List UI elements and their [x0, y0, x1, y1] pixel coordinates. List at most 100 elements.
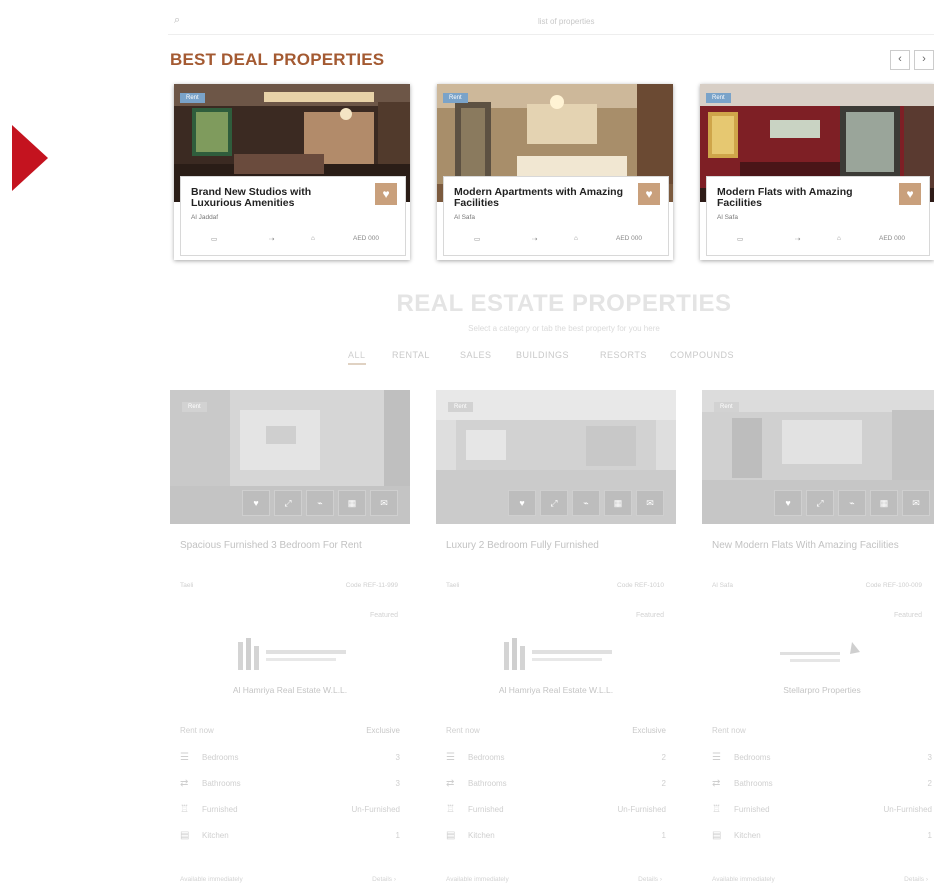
tab-all[interactable]: ALL [348, 350, 366, 365]
link-icon[interactable]: ⌁ [572, 490, 600, 516]
spec-value: Un-Furnished [617, 805, 666, 814]
property-footer: Available immediately Details › [180, 876, 400, 883]
link-icon[interactable]: ⌁ [306, 490, 334, 516]
search-bar[interactable]: ⌕ list of properties [168, 8, 934, 35]
deal-title[interactable]: Brand New Studios with Luxurious Ameniti… [191, 187, 361, 209]
agency-block: Stellarpro Properties [712, 628, 932, 706]
spec-label: Kitchen [734, 831, 761, 840]
spec-row: ☰ Bedrooms 3 [712, 752, 932, 770]
property-photo[interactable]: Rent ♥ ⤢ ⌁ ▦ ✉ [702, 390, 934, 524]
play-icon[interactable] [12, 125, 48, 191]
spec-row: ♖ Furnished Un-Furnished [446, 804, 666, 822]
sofa-icon: ♖ [712, 804, 721, 815]
search-icon[interactable]: ⌕ [174, 14, 180, 27]
bath-icon: ⇄ [712, 778, 721, 789]
message-icon[interactable]: ✉ [370, 490, 398, 516]
deal-title[interactable]: Modern Apartments with Amazing Facilitie… [454, 187, 624, 209]
spec-row: ▤ Kitchen 1 [712, 830, 932, 848]
property-card[interactable]: Rent ♥ ⤢ ⌁ ▦ ✉ New Modern Flats With Ama… [702, 390, 934, 891]
agency-name: Al Hamriya Real Estate W.L.L. [232, 685, 348, 695]
deal-stats: ▭ ⇢ ⌂ AED 000 [454, 233, 660, 249]
availability-text: Available immediately [180, 876, 243, 883]
heart-icon[interactable]: ♥ [508, 490, 536, 516]
area-icon: ⌂ [574, 235, 578, 242]
spec-row: ♖ Furnished Un-Furnished [180, 804, 400, 822]
property-footer: Available immediately Details › [446, 876, 666, 883]
featured-tag: Featured [635, 612, 664, 619]
exclusive-badge: Exclusive [366, 726, 400, 735]
featured-tag: Featured [369, 612, 398, 619]
spec-row: ♖ Furnished Un-Furnished [712, 804, 932, 822]
spec-label: Bedrooms [468, 753, 505, 762]
expand-icon[interactable]: ⤢ [806, 490, 834, 516]
heart-icon[interactable]: ♥ [638, 183, 660, 205]
deal-info: Modern Apartments with Amazing Facilitie… [443, 176, 669, 256]
property-location: Taeli [180, 582, 194, 589]
section-title-best-deal: BEST DEAL PROPERTIES [170, 50, 385, 69]
tab-rental[interactable]: RENTAL [392, 350, 430, 360]
grid-icon[interactable]: ▦ [870, 490, 898, 516]
link-icon[interactable]: ⌁ [838, 490, 866, 516]
property-photo[interactable]: Rent ♥ ⤢ ⌁ ▦ ✉ [436, 390, 676, 524]
deal-card[interactable]: Rent Modern Flats with Amazing Facilitie… [700, 84, 934, 260]
bath-icon: ⇢ [532, 236, 538, 243]
deal-badge: Rent [706, 93, 731, 103]
details-link[interactable]: Details › [372, 876, 396, 883]
bed-icon: ☰ [446, 752, 455, 763]
heart-icon[interactable]: ♥ [774, 490, 802, 516]
property-ref: Code REF-11-999 [345, 582, 398, 589]
spec-label: Furnished [202, 805, 238, 814]
agency-name: Al Hamriya Real Estate W.L.L. [498, 685, 614, 695]
spec-label: Bedrooms [734, 753, 771, 762]
property-title[interactable]: Spacious Furnished 3 Bedroom For Rent [180, 538, 400, 553]
message-icon[interactable]: ✉ [902, 490, 930, 516]
spec-label: Furnished [468, 805, 504, 814]
kitchen-icon: ▤ [180, 830, 190, 841]
kitchen-icon: ▤ [446, 830, 456, 841]
grid-icon[interactable]: ▦ [604, 490, 632, 516]
property-badge: Rent [448, 402, 473, 412]
deal-info: Brand New Studios with Luxurious Ameniti… [180, 176, 406, 256]
spec-row: ⇄ Bathrooms 2 [712, 778, 932, 796]
tab-resorts[interactable]: RESORTS [600, 350, 647, 360]
deal-title[interactable]: Modern Flats with Amazing Facilities [717, 187, 887, 209]
bed-icon: ▭ [737, 236, 744, 243]
agency-block: Al Hamriya Real Estate W.L.L. [180, 628, 400, 706]
agency-logo [238, 638, 346, 670]
spec-value: 2 [661, 779, 666, 788]
property-card[interactable]: Rent ♥ ⤢ ⌁ ▦ ✉ Spacious Furnished 3 Bedr… [170, 390, 410, 891]
agency-logo [504, 638, 612, 670]
deal-badge: Rent [443, 93, 468, 103]
grid-icon[interactable]: ▦ [338, 490, 366, 516]
message-icon[interactable]: ✉ [636, 490, 664, 516]
tab-buildings[interactable]: BUILDINGS [516, 350, 569, 360]
property-card[interactable]: Rent ♥ ⤢ ⌁ ▦ ✉ Luxury 2 Bedroom Fully Fu… [436, 390, 676, 891]
deal-card[interactable]: Rent Modern Apartments with Amazing Faci… [437, 84, 673, 260]
property-title[interactable]: Luxury 2 Bedroom Fully Furnished [446, 538, 666, 553]
tab-sales[interactable]: SALES [460, 350, 492, 360]
expand-icon[interactable]: ⤢ [540, 490, 568, 516]
section-subtitle: Select a category or tab the best proper… [468, 324, 660, 333]
carousel-prev-button[interactable]: ‹ [890, 50, 910, 70]
heart-icon[interactable]: ♥ [242, 490, 270, 516]
spec-value: 1 [395, 831, 400, 840]
details-link[interactable]: Details › [638, 876, 662, 883]
spec-value: 1 [927, 831, 932, 840]
deal-card[interactable]: Rent Brand New Studios with Luxurious Am… [174, 84, 410, 260]
status-label: Rent now [712, 726, 746, 735]
expand-icon[interactable]: ⤢ [274, 490, 302, 516]
area-icon: ⌂ [311, 235, 315, 242]
details-link[interactable]: Details › [904, 876, 928, 883]
property-title[interactable]: New Modern Flats With Amazing Facilities [712, 538, 932, 553]
area-icon: ⌂ [837, 235, 841, 242]
deal-info: Modern Flats with Amazing Facilities Al … [706, 176, 930, 256]
carousel-next-button[interactable]: › [914, 50, 934, 70]
spec-value: 1 [661, 831, 666, 840]
spec-row: ☰ Bedrooms 2 [446, 752, 666, 770]
bed-icon: ☰ [180, 752, 189, 763]
property-photo[interactable]: Rent ♥ ⤢ ⌁ ▦ ✉ [170, 390, 410, 524]
heart-icon[interactable]: ♥ [375, 183, 397, 205]
heart-icon[interactable]: ♥ [899, 183, 921, 205]
property-ref: Code REF-1010 [617, 582, 664, 589]
tab-compounds[interactable]: COMPOUNDS [670, 350, 734, 360]
